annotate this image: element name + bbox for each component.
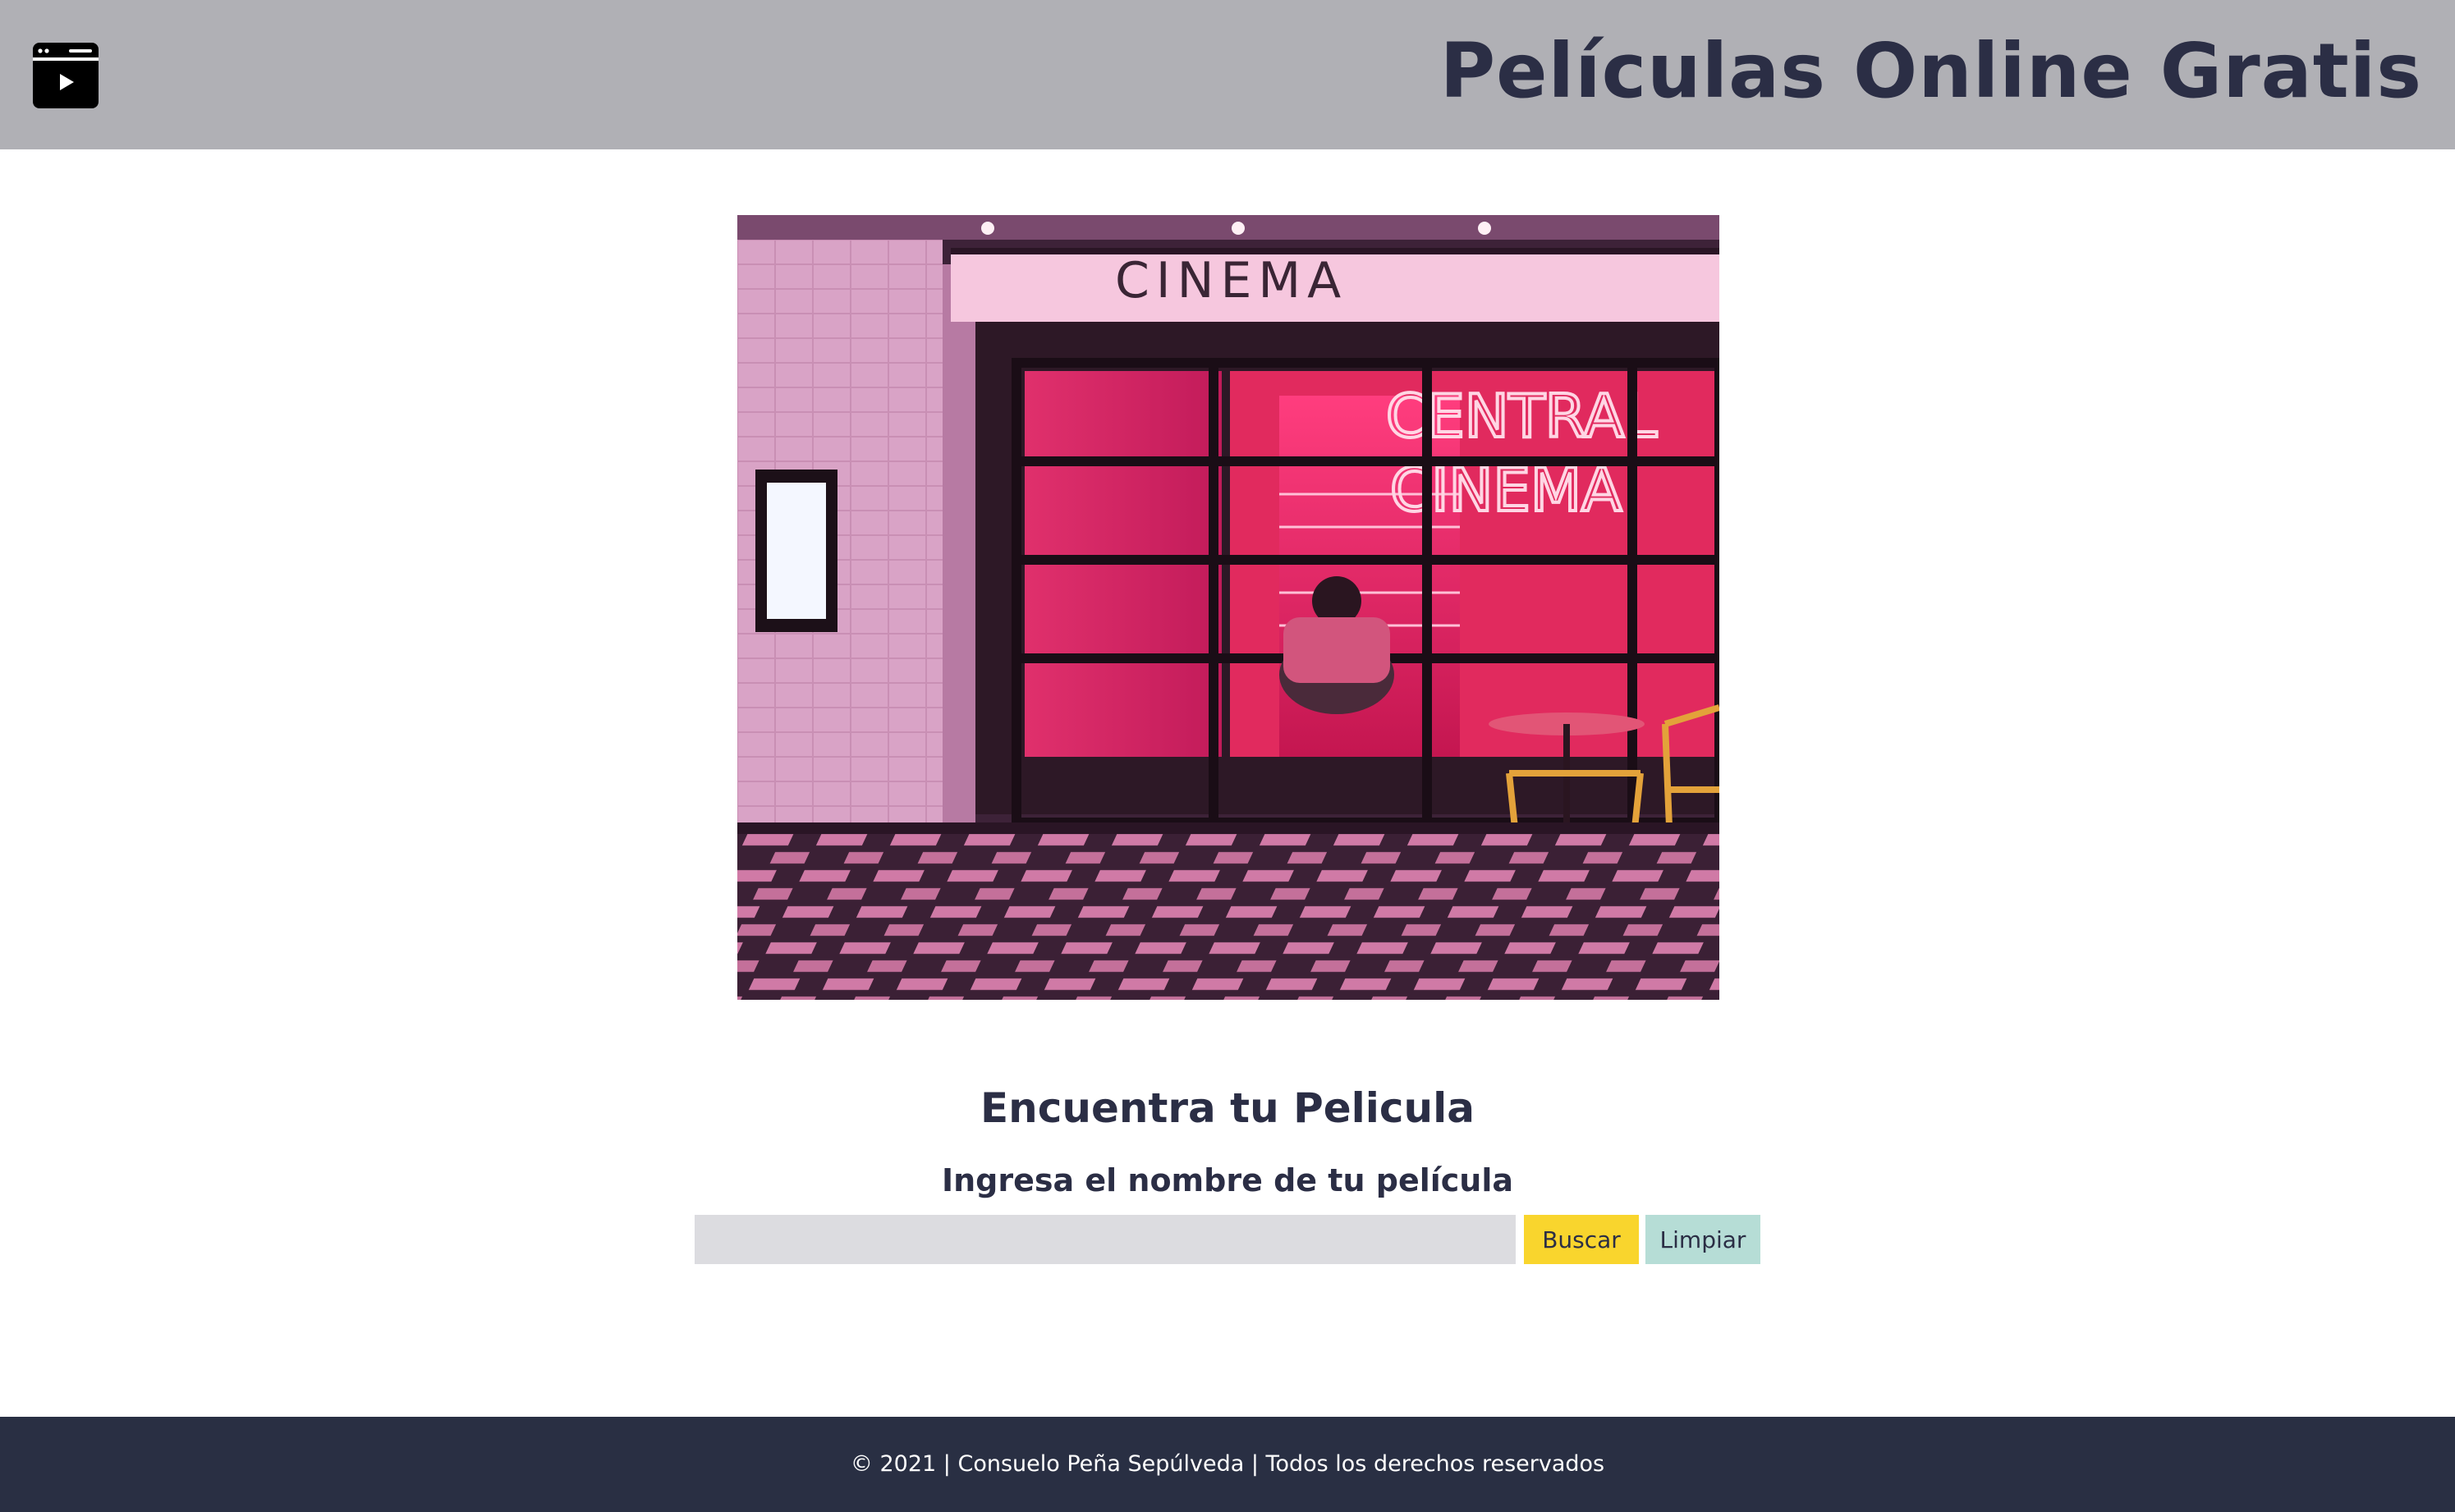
search-input[interactable] <box>695 1215 1516 1264</box>
cinema-storefront-photo: CINEMA CENTRAL CINEMA <box>737 215 1719 1000</box>
hero-image: CINEMA CENTRAL CINEMA <box>737 215 1719 1000</box>
clear-button[interactable]: Limpiar <box>1645 1215 1760 1264</box>
page: Películas Online Gratis CINEMA CENTRAL C… <box>0 0 2455 1512</box>
footer-copyright: © 2021 | Consuelo Peña Sepúlveda | Todos… <box>850 1451 1605 1477</box>
video-player-icon[interactable] <box>33 43 99 108</box>
site-header: Películas Online Gratis <box>0 0 2455 149</box>
site-footer: © 2021 | Consuelo Peña Sepúlveda | Todos… <box>0 1417 2455 1512</box>
search-heading: Encuentra tu Pelicula <box>980 1084 1475 1132</box>
search-button[interactable]: Buscar <box>1524 1215 1639 1264</box>
site-title: Películas Online Gratis <box>1439 27 2422 115</box>
cinema-sign-text: CINEMA <box>1115 252 1347 309</box>
search-prompt: Ingresa el nombre de tu película <box>941 1162 1514 1198</box>
